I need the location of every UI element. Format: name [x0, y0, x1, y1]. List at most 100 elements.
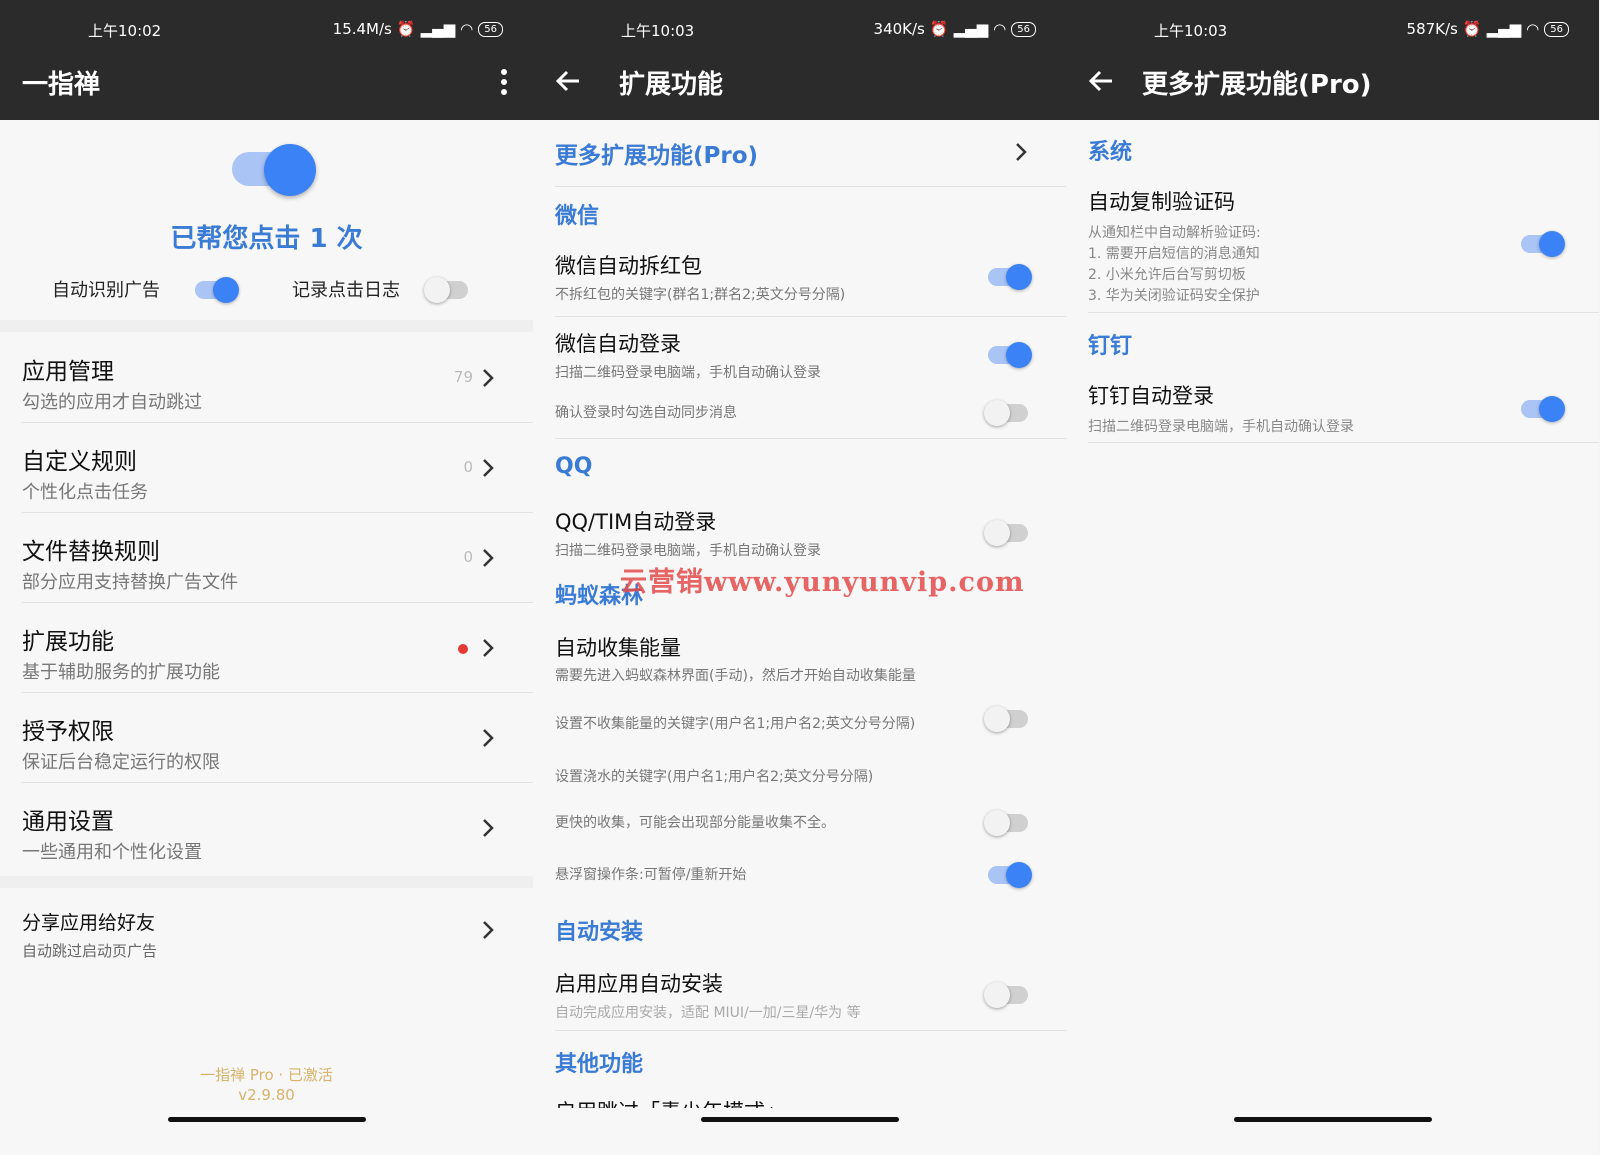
status-bar: 上午10:03 340K/s ⏰ ▂▄▆ ◠ 56 [533, 20, 1066, 44]
log-toggle[interactable] [424, 277, 472, 303]
wechat-redpack-row[interactable]: 微信自动拆红包 不拆红包的关键字(群名1;群名2;英文分号分隔) [533, 240, 1066, 316]
ant-nocollect-toggle[interactable] [984, 706, 1032, 732]
item-title: 自定义规则 [22, 449, 137, 475]
section-auto-install: 自动安装 [555, 920, 644, 945]
ant-fast-row[interactable]: 更快的收集，可能会出现部分能量收集不全。 [533, 800, 1066, 844]
item-title: 扩展功能 [22, 629, 114, 655]
item-subtitle: 保证后台稳定运行的权限 [22, 752, 220, 773]
wechat-login-row[interactable]: 微信自动登录 扫描二维码登录电脑端，手机自动确认登录 [533, 320, 1066, 384]
item-subtitle: 悬浮窗操作条:可暂停/重新开始 [555, 867, 747, 883]
item-title: QQ/TIM自动登录 [555, 510, 717, 534]
signal-icon: ▂▄▆ [420, 20, 456, 38]
qq-login-toggle[interactable] [984, 520, 1032, 546]
ant-fast-toggle[interactable] [984, 810, 1032, 836]
section-other: 其他功能 [555, 1052, 644, 1077]
pro-extensions-link[interactable]: 更多扩展功能(Pro) [533, 120, 1066, 186]
wechat-sync-toggle[interactable] [984, 400, 1032, 426]
status-bar: 上午10:03 587K/s ⏰ ▂▄▆ ◠ 56 [1066, 20, 1599, 44]
status-time: 上午10:03 [1154, 22, 1228, 40]
master-toggle[interactable] [232, 144, 322, 196]
divider [555, 186, 1066, 187]
battery-icon: 56 [478, 21, 503, 37]
new-badge-dot [458, 644, 468, 654]
list-item-settings[interactable]: 通用设置 一些通用和个性化设置 [0, 782, 533, 872]
sms-code-toggle[interactable] [1521, 231, 1565, 257]
section-wechat: 微信 [555, 204, 600, 229]
chevron-right-icon [483, 369, 494, 387]
item-subtitle: 不拆红包的关键字(群名1;群名2;英文分号分隔) [555, 287, 846, 303]
list-item-custom-rules[interactable]: 自定义规则 个性化点击任务 0 [0, 422, 533, 512]
main-content: 已帮您点击 1 次 自动识别广告 记录点击日志 应用管理 勾选的应用才自动跳过 … [0, 120, 533, 1120]
item-subtitle: 设置不收集能量的关键字(用户名1;用户名2;英文分号分隔) [555, 716, 916, 732]
item-subtitle: 确认登录时勾选自动同步消息 [555, 405, 737, 421]
item-subtitle: 1. 需要开启短信的消息通知 [1088, 246, 1260, 262]
network-speed: 15.4M/s [332, 20, 392, 38]
watermark-text: 云营销www.yunyunvip.com [620, 567, 1025, 598]
status-bar: 上午10:02 15.4M/s ⏰ ▂▄▆ ◠ 56 [0, 20, 533, 44]
section-qq: QQ [555, 454, 593, 479]
wifi-icon: ◠ [460, 20, 474, 38]
network-speed: 340K/s [873, 20, 925, 38]
qq-login-row[interactable]: QQ/TIM自动登录 扫描二维码登录电脑端，手机自动确认登录 [533, 498, 1066, 562]
status-right: 587K/s ⏰ ▂▄▆ ◠ 56 [1407, 20, 1569, 38]
item-subtitle: 3. 华为关闭验证码安全保护 [1088, 288, 1260, 304]
chevron-right-icon [483, 639, 494, 657]
footer-version: v2.9.80 [238, 1086, 295, 1104]
list-item-file-replace[interactable]: 文件替换规则 部分应用支持替换广告文件 0 [0, 512, 533, 602]
screens: 上午10:02 15.4M/s ⏰ ▂▄▆ ◠ 56 一指禅 已帮您点击 1 次 [0, 0, 1600, 1155]
dingtalk-login-row[interactable]: 钉钉自动登录 扫描二维码登录电脑端，手机自动确认登录 [1066, 374, 1599, 440]
log-label: 记录点击日志 [292, 280, 400, 301]
chevron-right-icon [483, 459, 494, 477]
item-title: 分享应用给好友 [22, 912, 156, 934]
auto-ad-toggle[interactable] [195, 277, 239, 303]
item-subtitle: 扫描二维码登录电脑端，手机自动确认登录 [555, 365, 821, 381]
back-arrow-icon[interactable] [1086, 66, 1116, 96]
auto-install-row[interactable]: 启用应用自动安装 自动完成应用安装，适配 MIUI/一加/三星/华为 等 [533, 960, 1066, 1024]
auto-install-toggle[interactable] [984, 982, 1032, 1008]
ant-float-row[interactable]: 悬浮窗操作条:可暂停/重新开始 [533, 850, 1066, 894]
divider [555, 316, 1066, 317]
list-item-extensions[interactable]: 扩展功能 基于辅助服务的扩展功能 [0, 602, 533, 692]
page-title: 一指禅 [22, 70, 101, 100]
status-time: 上午10:02 [88, 22, 162, 40]
dingtalk-login-toggle[interactable] [1521, 396, 1565, 422]
ant-collect-row[interactable]: 自动收集能量 需要先进入蚂蚁森林界面(手动)，然后才开始自动收集能量 设置不收集… [533, 624, 1066, 744]
wechat-redpack-toggle[interactable] [988, 264, 1032, 290]
home-indicator[interactable] [1234, 1117, 1432, 1122]
item-subtitle: 基于辅助服务的扩展功能 [22, 662, 220, 683]
ant-float-toggle[interactable] [988, 862, 1032, 888]
teen-mode-row[interactable]: 启用跳过「青少年模式」 [533, 1090, 1066, 1108]
chevron-right-icon [483, 921, 494, 939]
click-count-text: 已帮您点击 1 次 [170, 224, 363, 254]
phone-pro-extensions: 上午10:03 587K/s ⏰ ▂▄▆ ◠ 56 更多扩展功能(Pro) 系统… [1066, 0, 1599, 1155]
footer-pro-status: 一指禅 Pro · 已激活 [200, 1066, 333, 1084]
main-content: 更多扩展功能(Pro) 微信 微信自动拆红包 不拆红包的关键字(群名1;群名2;… [533, 120, 1066, 1120]
back-arrow-icon[interactable] [553, 66, 583, 96]
status-time: 上午10:03 [621, 22, 695, 40]
chevron-right-icon [483, 819, 494, 837]
pro-link-label: 更多扩展功能(Pro) [555, 143, 759, 169]
item-title: 钉钉自动登录 [1088, 384, 1214, 408]
app-bar: 上午10:03 340K/s ⏰ ▂▄▆ ◠ 56 扩展功能 [533, 0, 1066, 120]
list-item-permissions[interactable]: 授予权限 保证后台稳定运行的权限 [0, 692, 533, 782]
item-title: 应用管理 [22, 359, 114, 385]
wechat-sync-row[interactable]: 确认登录时勾选自动同步消息 [533, 390, 1066, 434]
item-subtitle: 个性化点击任务 [22, 482, 148, 503]
divider [1088, 312, 1599, 313]
wechat-login-toggle[interactable] [988, 342, 1032, 368]
list-item-apps[interactable]: 应用管理 勾选的应用才自动跳过 79 [0, 332, 533, 422]
more-options-icon[interactable] [500, 68, 508, 96]
ant-water-keyword[interactable]: 设置浇水的关键字(用户名1;用户名2;英文分号分隔) [555, 766, 873, 786]
auto-ad-label: 自动识别广告 [52, 280, 160, 301]
alarm-icon: ⏰ [1462, 20, 1482, 38]
app-bar: 上午10:03 587K/s ⏰ ▂▄▆ ◠ 56 更多扩展功能(Pro) [1066, 0, 1599, 120]
list-item-share[interactable]: 分享应用给好友 自动跳过启动页广告 [0, 888, 533, 968]
home-indicator[interactable] [168, 1117, 366, 1122]
sms-code-row[interactable]: 自动复制验证码 从通知栏中自动解析验证码: 1. 需要开启短信的消息通知 2. … [1066, 180, 1599, 310]
home-indicator[interactable] [701, 1117, 899, 1122]
app-bar: 上午10:02 15.4M/s ⏰ ▂▄▆ ◠ 56 一指禅 [0, 0, 533, 120]
signal-icon: ▂▄▆ [1486, 20, 1522, 38]
item-count: 0 [463, 548, 473, 566]
status-right: 340K/s ⏰ ▂▄▆ ◠ 56 [874, 20, 1036, 38]
alarm-icon: ⏰ [929, 20, 949, 38]
